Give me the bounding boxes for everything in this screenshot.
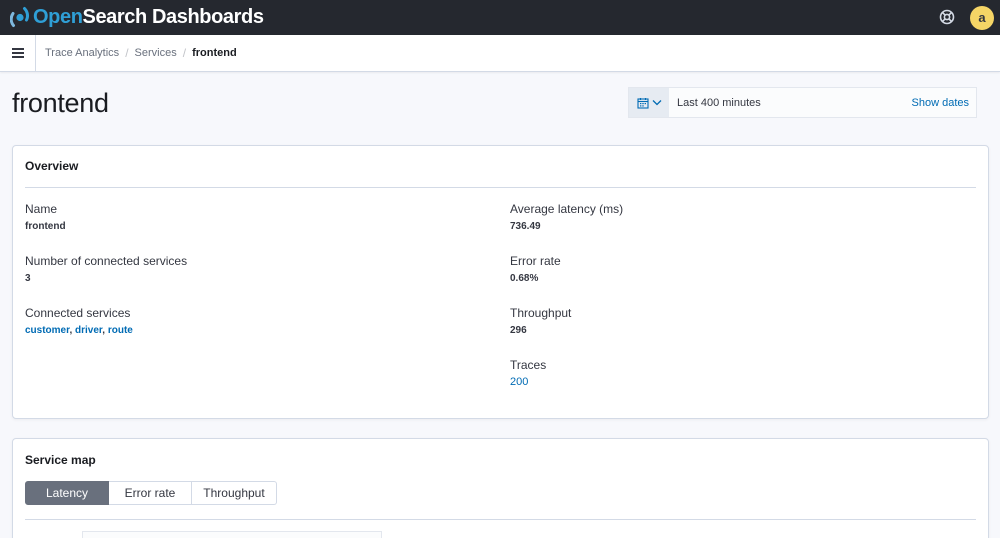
help-icon[interactable] — [938, 8, 956, 26]
overview-panel: Overview Name frontend Number of connect… — [12, 145, 989, 419]
breadcrumb: Trace Analytics / Services / frontend — [45, 46, 237, 60]
breadcrumb-bar: Trace Analytics / Services / frontend — [0, 35, 1000, 72]
connected-count-value: 3 — [25, 273, 31, 284]
user-avatar[interactable]: a — [970, 6, 994, 30]
service-link-route[interactable]: route — [108, 325, 133, 336]
opensearch-logo-icon — [10, 7, 30, 27]
traces-label: Traces — [510, 358, 547, 372]
breadcrumb-current: frontend — [192, 47, 237, 59]
traces-field: Traces 200 — [510, 358, 546, 389]
error-rate-value: 0.68% — [510, 273, 539, 284]
date-picker: Last 400 minutes Show dates — [628, 87, 977, 118]
service-link-customer[interactable]: customer — [25, 325, 69, 336]
page-title: frontend — [12, 88, 109, 118]
throughput-value: 296 — [510, 325, 527, 336]
app-title: OpenSearch Dashboards — [33, 6, 264, 28]
name-label: Name — [25, 202, 58, 216]
date-range-text[interactable]: Last 400 minutes — [677, 97, 761, 109]
name-field: Name frontend — [25, 202, 66, 233]
breadcrumb-trace-analytics[interactable]: Trace Analytics — [45, 46, 119, 60]
tab-error-rate[interactable]: Error rate — [109, 481, 192, 505]
breadcrumb-separator: / — [182, 46, 187, 60]
quick-select-button[interactable] — [629, 88, 669, 117]
connected-count-field: Number of connected services 3 — [25, 254, 187, 285]
overview-title: Overview — [25, 159, 79, 173]
latency-field: Average latency (ms) 736.49 — [510, 202, 623, 233]
latency-value: 736.49 — [510, 221, 541, 232]
tab-throughput[interactable]: Throughput — [192, 481, 277, 505]
breadcrumb-services[interactable]: Services — [135, 46, 177, 60]
error-rate-field: Error rate 0.68% — [510, 254, 561, 285]
calendar-icon — [636, 97, 649, 109]
name-value: frontend — [25, 221, 66, 232]
traces-link[interactable]: 200 — [510, 376, 546, 389]
connected-services-label: Connected services — [25, 306, 131, 320]
throughput-field: Throughput 296 — [510, 306, 571, 337]
opensearch-dashboards-logo[interactable]: OpenSearch Dashboards — [10, 5, 264, 29]
service-map-title: Service map — [25, 453, 96, 467]
chevron-down-icon — [652, 100, 661, 106]
connected-services-field: Connected services customer, driver, rou… — [25, 306, 133, 337]
breadcrumb-separator: / — [125, 46, 129, 60]
connected-count-label: Number of connected services — [25, 254, 188, 268]
tab-latency[interactable]: Latency — [25, 481, 109, 505]
service-map-panel: Service map Latency Error rate Throughpu… — [12, 438, 989, 538]
service-link-driver[interactable]: driver — [75, 325, 102, 336]
connected-services-list: customer, driver, route — [25, 325, 133, 336]
latency-label: Average latency (ms) — [510, 202, 624, 216]
error-rate-label: Error rate — [510, 254, 561, 268]
top-header: OpenSearch Dashboards a — [0, 0, 1000, 35]
show-dates-link[interactable]: Show dates — [912, 97, 969, 109]
hamburger-menu-icon[interactable] — [0, 35, 36, 71]
divider — [25, 519, 976, 520]
service-map-metric-toggle: Latency Error rate Throughput — [25, 481, 277, 505]
service-map-canvas[interactable] — [82, 531, 382, 538]
divider — [25, 187, 976, 188]
throughput-label: Throughput — [510, 306, 572, 320]
